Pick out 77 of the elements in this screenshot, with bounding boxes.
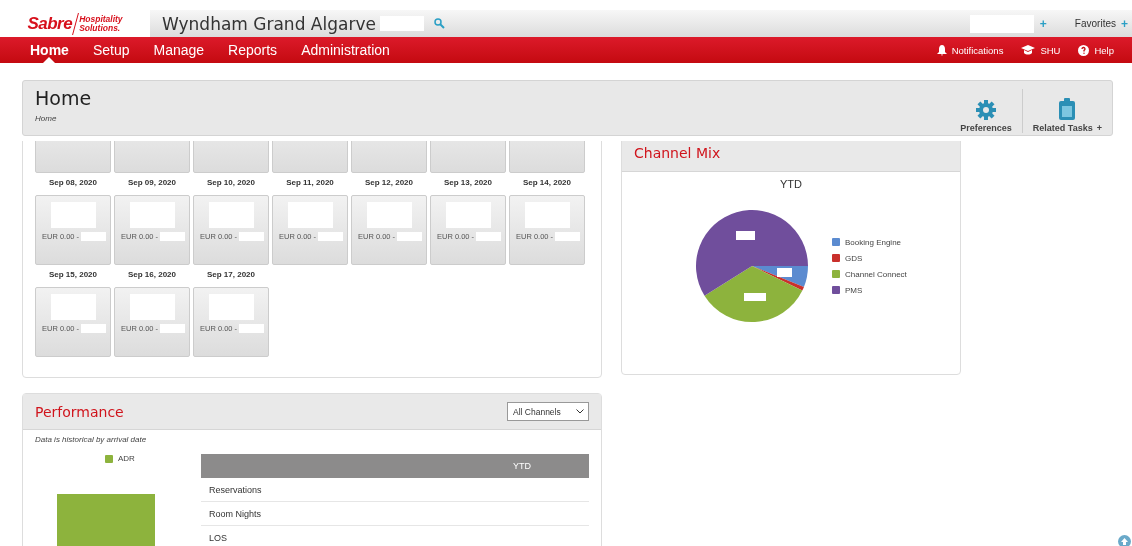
day-date: Sep 08, 2020 — [47, 177, 98, 189]
gear-icon — [976, 100, 997, 120]
redaction-block — [208, 294, 254, 320]
redaction-block — [239, 324, 265, 333]
legend-label: PMS — [845, 285, 863, 295]
redaction-block — [476, 232, 502, 241]
redaction-block — [736, 231, 755, 240]
utility-link[interactable]: Notifications — [936, 44, 1004, 56]
redaction-block — [160, 232, 186, 241]
day-date: Sep 13, 2020 — [442, 177, 493, 189]
chevron-down-icon — [576, 409, 584, 414]
redaction-block — [160, 324, 186, 333]
redaction-block — [777, 268, 792, 277]
redaction-block — [50, 294, 96, 320]
nav-item[interactable]: Manage — [141, 37, 217, 63]
redaction-block — [129, 294, 175, 320]
action-label: Preferences — [960, 123, 1012, 133]
nav-item[interactable]: Reports — [216, 37, 290, 63]
column-header: YTD — [513, 461, 531, 471]
day-date: Sep 09, 2020 — [126, 177, 177, 189]
nav-item[interactable]: Home — [18, 37, 81, 63]
utility-link[interactable]: Help — [1078, 44, 1114, 56]
row-label: Reservations — [209, 484, 262, 495]
card-title: Performance — [35, 403, 124, 420]
redaction-block — [50, 202, 96, 228]
legend-label: GDS — [845, 253, 863, 263]
redaction-block — [524, 202, 570, 228]
day-date: Sep 14, 2020 — [521, 177, 572, 189]
day-date: Sep 15, 2020 — [47, 269, 98, 281]
redaction-block — [366, 202, 412, 228]
redaction-block — [379, 16, 424, 31]
card-title: Channel Mix — [634, 144, 721, 161]
page-title: Home — [35, 87, 92, 109]
redaction-block — [208, 202, 254, 228]
legend-label: Booking Engine — [845, 237, 902, 247]
nav-item[interactable]: Administration — [289, 37, 402, 63]
toolbar-action[interactable]: Preferences — [950, 89, 1022, 133]
legend-label: Channel Connect — [845, 269, 907, 279]
action-label: Related Tasks — [1032, 123, 1093, 133]
search-icon[interactable] — [433, 18, 445, 29]
property-name: Wyndham Grand Algarve — [162, 13, 376, 34]
row-label: Room Nights — [209, 508, 262, 519]
toolbar-action[interactable]: Related Tasks + — [1021, 89, 1112, 133]
redaction-block — [129, 202, 175, 228]
plus-sign: + — [1096, 123, 1102, 133]
favorites-link[interactable]: Favorites — [1074, 18, 1116, 29]
redaction-block — [287, 202, 333, 228]
utility-label: Help — [1094, 44, 1114, 56]
redaction-block — [81, 232, 107, 241]
scroll-up-icon[interactable] — [1118, 535, 1131, 546]
nav-item[interactable]: Setup — [80, 37, 142, 63]
breadcrumb[interactable]: Home — [35, 114, 92, 123]
channel-select[interactable]: All Channels — [507, 402, 589, 421]
row-label: LOS — [209, 532, 227, 543]
bell-icon — [936, 44, 947, 56]
day-date: Sep 10, 2020 — [205, 177, 256, 189]
chart-title: YTD — [779, 177, 803, 190]
utility-link[interactable]: SHU — [1021, 44, 1061, 56]
day-date: Sep 11, 2020 — [285, 177, 335, 189]
data-note: Data is historical by arrival date — [34, 434, 148, 444]
redaction-block — [555, 232, 581, 241]
legend-label: ADR — [118, 454, 135, 463]
utility-label: Notifications — [951, 44, 1004, 56]
day-date: Sep 12, 2020 — [363, 177, 414, 189]
day-date: Sep 17, 2020 — [205, 269, 256, 281]
clipboard-icon — [1059, 98, 1076, 120]
redaction-block — [744, 293, 766, 301]
utility-label: SHU — [1040, 44, 1061, 56]
redaction-block — [81, 324, 107, 333]
redaction-block — [397, 232, 423, 241]
redaction-block — [445, 202, 491, 228]
help-icon — [1078, 44, 1090, 56]
redaction-block — [969, 14, 1034, 33]
graduation-cap-icon — [1021, 45, 1036, 55]
day-date: Sep 16, 2020 — [126, 269, 177, 281]
redaction-block — [239, 232, 265, 241]
redaction-block — [318, 232, 344, 241]
